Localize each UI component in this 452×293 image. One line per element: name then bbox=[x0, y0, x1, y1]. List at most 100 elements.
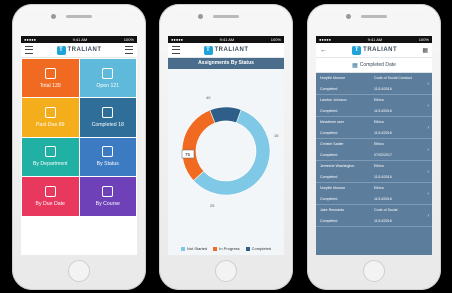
app-bar: T TRALIANT bbox=[21, 43, 137, 58]
status-bar: ●●●●● 9:41 AM 100% bbox=[168, 36, 284, 43]
screen: ●●●●● 9:41 AM 100% ← T TRALIANT ▦ ▦ Comp… bbox=[316, 36, 432, 255]
chevron-right-icon: › bbox=[427, 81, 429, 87]
status-text: Completed bbox=[320, 109, 338, 113]
completed-date: 11/14/2016 bbox=[374, 109, 392, 113]
tile-label: Completed 18 bbox=[91, 122, 124, 129]
employee-name: Christel Sadler bbox=[320, 142, 344, 146]
back-arrow-icon[interactable]: ← bbox=[320, 47, 327, 54]
app-name: TRALIANT bbox=[214, 47, 249, 53]
list-item[interactable]: Christel Sadler Completed Ethics 07/02/2017… bbox=[316, 139, 432, 161]
clock-icon bbox=[102, 146, 114, 158]
status-text: Completed bbox=[320, 197, 338, 201]
hamburger-menu-icon[interactable] bbox=[172, 46, 180, 54]
calendar-icon: ▦ bbox=[352, 62, 358, 69]
status-text: Completed bbox=[320, 131, 338, 135]
home-button[interactable] bbox=[363, 260, 385, 282]
row-right-col: Ethics 11/14/2016 bbox=[374, 98, 428, 113]
tile-label: By Course bbox=[95, 200, 120, 207]
row-right-col: Ethics 11/14/2016 bbox=[374, 186, 428, 201]
phone-chart: ●●●●● 9:41 AM 100% T TRALIANT Assignment… bbox=[159, 4, 293, 290]
row-right-col: Ethics 11/14/2016 bbox=[374, 164, 428, 179]
course-name: Ethics bbox=[374, 186, 384, 190]
dashboard-tile[interactable]: Completed 18 bbox=[79, 98, 136, 137]
grid-view-icon[interactable]: ▦ bbox=[422, 47, 428, 54]
tile-label: By Status bbox=[96, 161, 119, 168]
logo-mark-icon: T bbox=[352, 45, 362, 55]
speaker bbox=[213, 15, 239, 18]
legend-item-not-started[interactable]: Not Started bbox=[180, 246, 207, 251]
dashboard-tile[interactable]: By Department bbox=[22, 137, 79, 177]
phone-dashboard: ●●●●● 9:41 AM 100% T TRALIANT Total 139 O… bbox=[12, 4, 146, 290]
employee-name: Jake Resnardo bbox=[320, 208, 345, 212]
dashboard-tile[interactable]: By Status bbox=[79, 137, 136, 177]
app-name: TRALIANT bbox=[67, 47, 102, 53]
row-left-col: Jake Resnardo Completed bbox=[320, 208, 374, 223]
carrier: ●●●●● bbox=[171, 37, 184, 42]
dashboard-tile[interactable]: By Due Date bbox=[22, 177, 79, 216]
list-item[interactable]: Meademe user Completed Ethics 11/14/2016 › bbox=[316, 117, 432, 139]
employee-name: Nuryille Monroe bbox=[320, 186, 346, 190]
list-item[interactable]: Landon Johnson Completed Ethics 11/14/2016 › bbox=[316, 95, 432, 117]
chevron-right-icon: › bbox=[427, 191, 429, 197]
slice-completed[interactable] bbox=[209, 106, 242, 124]
list-item[interactable]: Nuryille Monroe Completed Code of Social C… bbox=[316, 73, 432, 95]
list-title-text: Completed Date bbox=[359, 62, 396, 68]
chevron-right-icon: › bbox=[427, 103, 429, 109]
calendar-icon bbox=[44, 185, 56, 197]
camera bbox=[346, 14, 351, 19]
chart-legend: Not Started In Progress Completed bbox=[168, 246, 284, 251]
app-logo: T TRALIANT bbox=[352, 45, 397, 55]
list-item[interactable]: Jake Resnardo Completed Code of Social 11/1… bbox=[316, 205, 432, 227]
chevron-right-icon: › bbox=[427, 213, 429, 219]
hamburger-menu-icon[interactable] bbox=[25, 46, 33, 54]
calendar-icon bbox=[44, 107, 56, 119]
status-text: Completed bbox=[320, 153, 338, 157]
home-button[interactable] bbox=[215, 260, 237, 282]
value-label-top: 40 bbox=[206, 95, 211, 100]
row-left-col: Meademe user Completed bbox=[320, 120, 374, 135]
course-name: Ethics bbox=[374, 98, 384, 102]
tile-label: Total 139 bbox=[39, 82, 61, 89]
status-text: Completed bbox=[320, 87, 338, 91]
slice-in-progress[interactable] bbox=[181, 109, 216, 182]
row-right-col: Code of Social 11/14/2016 bbox=[374, 208, 428, 223]
speaker bbox=[361, 15, 387, 18]
row-right-col: Ethics 11/14/2016 bbox=[374, 120, 428, 135]
dashboard-tile[interactable]: By Course bbox=[79, 177, 136, 216]
value-label-bottom: 25 bbox=[210, 203, 215, 208]
battery: 100% bbox=[123, 37, 134, 42]
dashboard-tile[interactable]: Open 121 bbox=[79, 59, 136, 98]
legend-item-completed[interactable]: Completed bbox=[245, 246, 271, 251]
monitor-icon bbox=[44, 146, 56, 158]
row-left-col: Christel Sadler Completed bbox=[320, 142, 374, 157]
logo-mark-icon: T bbox=[203, 45, 213, 55]
clipboard-icon bbox=[44, 67, 56, 79]
row-left-col: Nuryille Monroe Completed bbox=[320, 186, 374, 201]
page-title: Assignments By Status bbox=[168, 58, 284, 69]
settings-menu-icon[interactable] bbox=[125, 46, 133, 54]
status-text: Completed bbox=[320, 175, 338, 179]
row-left-col: Landon Johnson Completed bbox=[320, 98, 374, 113]
screen: ●●●●● 9:41 AM 100% T TRALIANT Assignment… bbox=[168, 36, 284, 255]
completed-date: 11/14/2016 bbox=[374, 197, 392, 201]
speaker bbox=[66, 15, 92, 18]
completed-date: 11/14/2016 bbox=[374, 219, 392, 223]
list-item[interactable]: Nuryille Monroe Completed Ethics 11/14/2016… bbox=[316, 183, 432, 205]
status-donut-chart[interactable]: 40 15 25 75 bbox=[168, 69, 284, 219]
legend-item-in-progress[interactable]: In Progress bbox=[213, 246, 240, 251]
home-button[interactable] bbox=[68, 260, 90, 282]
status-text: Completed bbox=[320, 219, 338, 223]
tile-label: By Due Date bbox=[35, 200, 65, 207]
list-item[interactable]: Jemeshe Washington Completed Ethics 11/14/2… bbox=[316, 161, 432, 183]
row-right-col: Ethics 07/02/2017 bbox=[374, 142, 428, 157]
tile-label: By Department bbox=[32, 161, 68, 168]
employee-name: Meademe user bbox=[320, 120, 344, 124]
camera bbox=[51, 14, 56, 19]
bar-chart-icon bbox=[102, 185, 114, 197]
logo-mark-icon: T bbox=[56, 45, 66, 55]
completed-list: Nuryille Monroe Completed Code of Social C… bbox=[316, 73, 432, 255]
dashboard-tile[interactable]: Total 139 bbox=[22, 59, 79, 98]
tile-label: Past Due 89 bbox=[35, 122, 65, 129]
employee-name: Landon Johnson bbox=[320, 98, 347, 102]
dashboard-tile[interactable]: Past Due 89 bbox=[22, 98, 79, 137]
